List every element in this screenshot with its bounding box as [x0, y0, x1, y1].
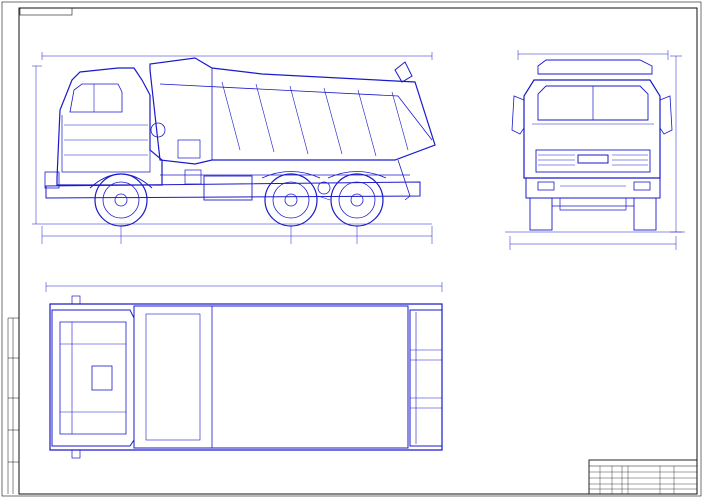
- grille-badge: [577, 154, 609, 164]
- side-cab: [56, 67, 163, 186]
- side-front-wheel: [94, 173, 148, 227]
- front-bumper: [525, 177, 661, 199]
- title-block: [588, 459, 698, 495]
- top-cab: [51, 309, 135, 447]
- sheet-frame: [1, 1, 702, 497]
- side-rear-wheel-1: [264, 173, 318, 227]
- front-grille: [535, 149, 651, 173]
- top-view: [45, 282, 443, 459]
- top-tailgate: [409, 309, 443, 447]
- side-cab-window: [69, 83, 123, 113]
- top-dump-body: [133, 305, 409, 449]
- left-binding-strip: [7, 317, 19, 494]
- drawing-sheet: [1, 1, 702, 497]
- side-body-ribs: [221, 81, 409, 157]
- front-view: [505, 59, 685, 233]
- side-dump-body: [149, 57, 436, 165]
- top-outline: [49, 303, 443, 451]
- side-rear-wheel-2: [330, 173, 384, 227]
- front-right-tyre: [633, 197, 657, 231]
- side-view: [42, 57, 436, 227]
- front-left-tyre: [529, 197, 553, 231]
- side-view-dimensions: [32, 52, 433, 244]
- side-fuel-tank: [203, 175, 253, 201]
